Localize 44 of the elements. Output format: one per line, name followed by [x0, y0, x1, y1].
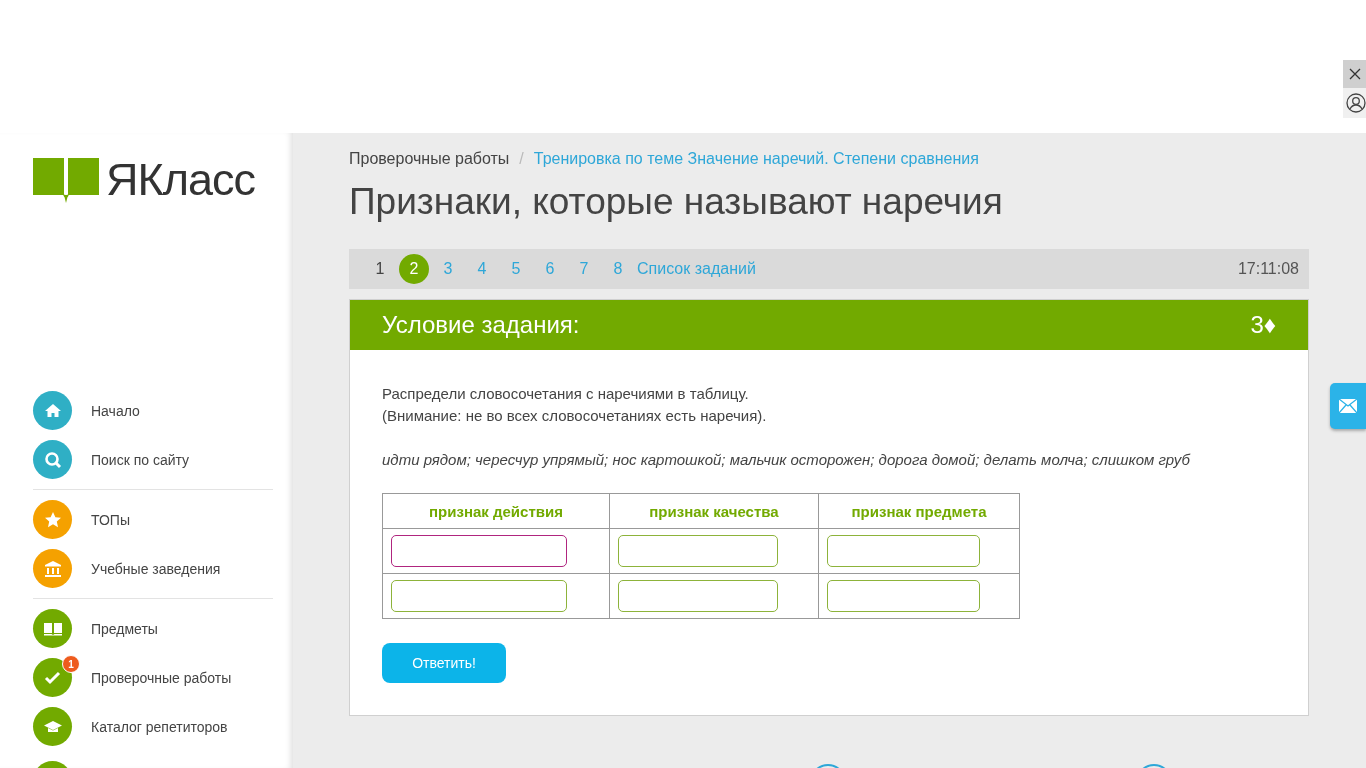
close-button[interactable] — [1343, 60, 1366, 88]
sidebar-icon-button[interactable] — [33, 707, 72, 746]
mail-icon[interactable] — [1339, 399, 1357, 413]
instruction-text: (Внимание: не во всех словосочетаниях есть наречия). — [382, 406, 768, 426]
sidebar-icon-button[interactable] — [33, 500, 72, 539]
sidebar-icon-button[interactable] — [33, 658, 72, 697]
phrases-text: идти рядом; чересчур упрямый; нос картошкой; мальчик осторожен; дорога домой; делать молча; слишком груб — [382, 450, 1192, 470]
logo-text[interactable]: ЯКласс — [106, 154, 255, 206]
sidebar-item[interactable]: Учебные заведения — [91, 560, 221, 577]
answer-field[interactable] — [827, 580, 980, 612]
mail-button[interactable] — [1330, 383, 1366, 429]
notification-badge: 1 — [62, 655, 80, 673]
column-header: признак качества — [609, 493, 819, 529]
task-number-link[interactable]: 1 — [365, 254, 395, 284]
answer-field[interactable] — [391, 580, 567, 612]
sidebar-item[interactable]: Проверочные работы — [91, 669, 232, 686]
timer: 17:11:08 — [1237, 260, 1299, 278]
instruction-text: Распредели словосочетания с наречиями в таблицу. — [382, 384, 750, 404]
answer-field[interactable] — [618, 580, 778, 612]
user-button[interactable] — [1343, 88, 1366, 118]
building-icon[interactable] — [42, 558, 63, 579]
answer-field[interactable] — [391, 535, 567, 567]
book-logo-icon — [33, 157, 99, 203]
column-header: признак действия — [382, 493, 610, 529]
search-icon[interactable] — [42, 449, 63, 470]
sidebar-item[interactable]: Каталог репетиторов — [91, 718, 228, 735]
sidebar-item[interactable]: ТОПы — [91, 511, 130, 528]
task-header-title: Условие задания: — [382, 311, 580, 339]
column-header: признак предмета — [818, 493, 1020, 529]
answer-field[interactable] — [618, 535, 778, 567]
page-title: Признаки, которые называют наречия — [349, 180, 1004, 224]
sidebar-item[interactable]: Предметы — [91, 620, 158, 637]
sidebar-item[interactable]: Поиск по сайту — [91, 451, 190, 468]
user-icon[interactable] — [1346, 93, 1366, 113]
sidebar-item[interactable]: Начало — [91, 402, 140, 419]
close-icon[interactable] — [1348, 68, 1361, 80]
sidebar-icon-button[interactable] — [33, 391, 72, 430]
sidebar-icon-button[interactable] — [33, 440, 72, 479]
sidebar-icon-button[interactable] — [33, 609, 72, 648]
answer-field[interactable] — [827, 535, 980, 567]
breadcrumb-link[interactable]: Проверочные работы — [349, 150, 510, 168]
sidebar-icon-button[interactable] — [33, 549, 72, 588]
points-label: 3♦ — [1250, 311, 1276, 339]
breadcrumb-separator: / — [519, 150, 524, 168]
